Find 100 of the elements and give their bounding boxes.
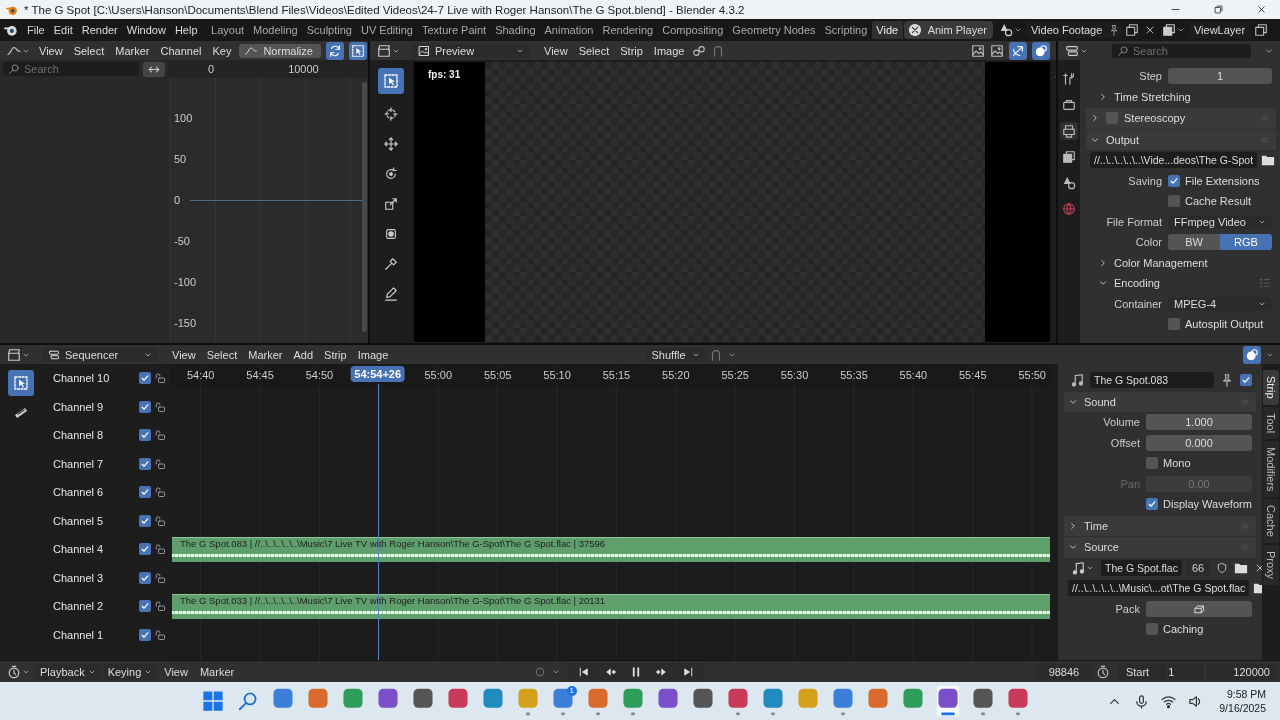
jump-start-icon[interactable] bbox=[577, 665, 590, 678]
playhead[interactable]: 54:54+26 bbox=[350, 366, 406, 382]
app-icon[interactable] bbox=[831, 686, 854, 716]
refresh-icon[interactable] bbox=[325, 41, 344, 60]
menu-item[interactable]: Select bbox=[201, 346, 243, 363]
panel-header[interactable]: Sound bbox=[1064, 391, 1256, 412]
sidebar-tab[interactable]: Strip bbox=[1263, 370, 1279, 405]
checkbox[interactable] bbox=[139, 514, 151, 527]
normalize-toggle[interactable]: Normalize bbox=[239, 43, 321, 58]
checkbox[interactable] bbox=[139, 457, 151, 470]
workspace-tab[interactable]: UV Editing bbox=[356, 21, 418, 39]
workspace-tab[interactable]: Texture Paint bbox=[417, 21, 491, 39]
panel-header[interactable]: Stereoscopy bbox=[1086, 108, 1276, 129]
toggle-option[interactable]: RGB bbox=[1220, 234, 1272, 251]
workspace-tab[interactable]: Geometry Nodes bbox=[727, 21, 820, 39]
snap-dropdown[interactable]: Shuffle bbox=[645, 347, 706, 362]
scene-field[interactable]: Video Footage bbox=[1025, 22, 1122, 38]
overlay-icon[interactable] bbox=[1032, 41, 1050, 60]
image-icon[interactable] bbox=[990, 43, 1004, 58]
app-icon[interactable] bbox=[726, 686, 749, 716]
menu-item[interactable]: Marker bbox=[194, 663, 240, 680]
path-field[interactable]: //..\..\..\..\..\Music\...ot\The G Spot.flac bbox=[1068, 580, 1250, 597]
next-keyframe-icon[interactable] bbox=[655, 665, 668, 678]
checkbox[interactable] bbox=[1168, 318, 1180, 331]
app-icon[interactable] bbox=[971, 686, 994, 716]
checkbox[interactable] bbox=[1146, 498, 1158, 511]
sidebar-tab[interactable]: Cache bbox=[1263, 499, 1279, 544]
stopwatch-icon[interactable] bbox=[1095, 664, 1110, 679]
printer-icon[interactable] bbox=[1060, 122, 1078, 140]
checkbox[interactable] bbox=[1146, 623, 1158, 636]
app-icon[interactable] bbox=[621, 686, 644, 716]
menu-item[interactable]: File bbox=[23, 22, 49, 38]
start-icon[interactable] bbox=[201, 690, 224, 712]
folder-icon[interactable] bbox=[1261, 153, 1276, 168]
number-field[interactable]: 1.000 bbox=[1146, 414, 1252, 431]
checkbox[interactable] bbox=[1168, 195, 1180, 208]
lock-icon[interactable] bbox=[154, 457, 166, 470]
menu-item[interactable]: Select bbox=[68, 42, 110, 59]
checkbox[interactable] bbox=[139, 486, 151, 499]
menu-item[interactable]: Image bbox=[352, 346, 394, 363]
app-icon[interactable] bbox=[936, 686, 959, 716]
sidebar-tab[interactable]: Modifiers bbox=[1263, 440, 1279, 498]
workspace-tab[interactable]: Layout bbox=[206, 21, 249, 39]
checkbox[interactable] bbox=[139, 429, 151, 442]
sidebar-tab[interactable]: Proxy bbox=[1263, 545, 1279, 586]
view-mode-dropdown[interactable]: Preview bbox=[412, 43, 530, 58]
checkbox[interactable] bbox=[139, 600, 151, 613]
close-icon[interactable] bbox=[1256, 4, 1267, 15]
editor-mode-dropdown[interactable]: Sequencer bbox=[42, 347, 158, 362]
checkbox[interactable] bbox=[1168, 174, 1180, 187]
pack-button[interactable] bbox=[1146, 600, 1252, 617]
checkbox[interactable] bbox=[1240, 374, 1252, 387]
workspace-tab[interactable]: Compositing bbox=[657, 21, 728, 39]
app-icon[interactable] bbox=[761, 686, 784, 716]
strip-name-field[interactable]: The G Spot.083 bbox=[1090, 372, 1214, 389]
scene-selector[interactable]: Anim Player bbox=[903, 21, 993, 39]
menu-item[interactable]: Add bbox=[288, 346, 319, 363]
overlay-icon[interactable] bbox=[1243, 345, 1261, 364]
menu-item[interactable]: Key bbox=[207, 42, 237, 59]
menu-item[interactable]: Marker bbox=[243, 346, 288, 363]
end-field[interactable]: 120000 bbox=[1207, 663, 1276, 680]
checkbox[interactable] bbox=[1146, 457, 1158, 470]
image-icon[interactable] bbox=[971, 43, 985, 58]
menu-item[interactable]: View bbox=[167, 346, 201, 363]
panel-header[interactable]: Time bbox=[1064, 515, 1256, 536]
menu-item[interactable]: Strip bbox=[615, 42, 648, 59]
menu-item[interactable]: Window bbox=[122, 22, 170, 38]
dropdown[interactable]: MPEG-4 bbox=[1168, 296, 1272, 311]
checkbox[interactable] bbox=[1106, 112, 1118, 125]
copy-icon[interactable] bbox=[1253, 23, 1268, 37]
view-layer-field[interactable]: ViewLayer bbox=[1188, 22, 1251, 38]
workspace-tab[interactable]: Animation bbox=[540, 21, 598, 39]
subpanel-header[interactable]: Color Management bbox=[1086, 252, 1276, 273]
app-icon[interactable] bbox=[551, 686, 574, 716]
panel-header[interactable]: Source bbox=[1064, 537, 1256, 558]
menu-item[interactable]: View bbox=[159, 663, 193, 680]
search-icon[interactable] bbox=[236, 690, 259, 712]
workspace-tab[interactable]: Shading bbox=[490, 21, 541, 39]
sidebar-tab[interactable]: Tool bbox=[1263, 406, 1279, 439]
lock-icon[interactable] bbox=[154, 486, 166, 499]
menu-item[interactable]: Playback bbox=[35, 663, 101, 680]
app-icon[interactable] bbox=[1006, 686, 1029, 716]
checkbox[interactable] bbox=[139, 543, 151, 556]
lock-icon[interactable] bbox=[154, 628, 166, 641]
menu-item[interactable]: Marker bbox=[110, 42, 155, 59]
checkbox[interactable] bbox=[139, 400, 151, 413]
checkbox[interactable] bbox=[139, 571, 151, 584]
subpanel-header[interactable]: Time Stretching bbox=[1086, 86, 1276, 107]
path-field[interactable]: //..\..\..\..\..\Vide...deos\The G-Spot bbox=[1090, 152, 1258, 169]
lock-icon[interactable] bbox=[154, 400, 166, 413]
images-icon[interactable] bbox=[1060, 148, 1078, 166]
dropdown[interactable]: FFmpeg Video bbox=[1168, 214, 1272, 229]
menu-item[interactable]: Render bbox=[77, 22, 122, 38]
select-box-icon[interactable] bbox=[378, 68, 404, 94]
menu-item[interactable]: Edit bbox=[49, 22, 77, 38]
app-icon[interactable] bbox=[586, 686, 609, 716]
workspace-tab[interactable]: Sculpting bbox=[302, 21, 357, 39]
globe-icon[interactable] bbox=[1060, 200, 1078, 218]
jump-end-icon[interactable] bbox=[681, 665, 694, 678]
checkbox[interactable] bbox=[139, 628, 151, 641]
